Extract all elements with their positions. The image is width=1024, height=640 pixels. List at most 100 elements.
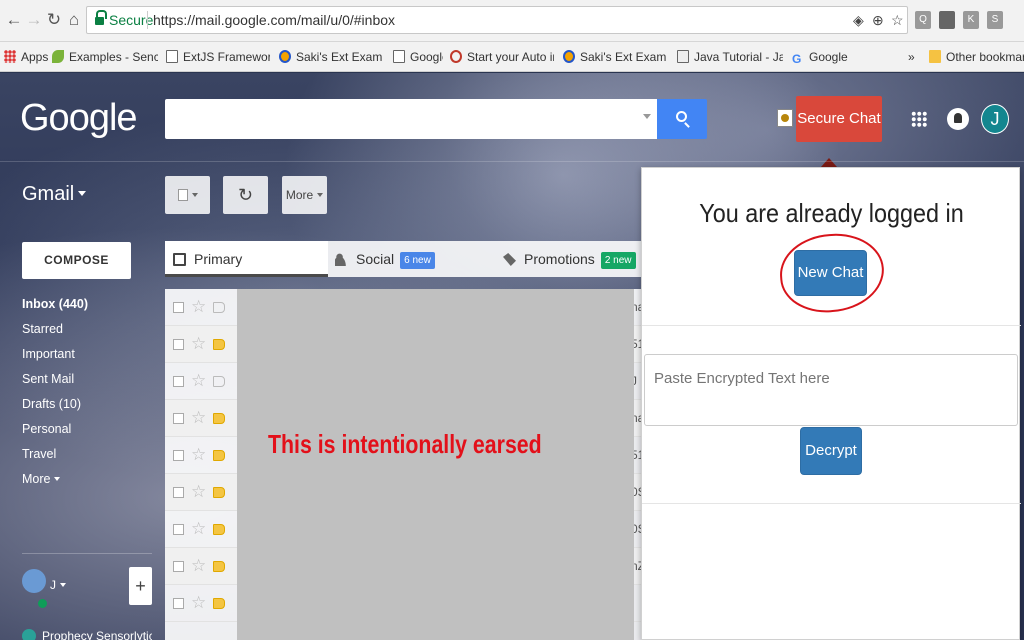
star-icon[interactable]: ☆ [191,334,206,354]
importance-icon[interactable] [213,302,225,313]
bookmark-label: Apps [21,50,48,64]
chevron-down-icon [191,193,198,197]
forward-icon[interactable]: → [24,9,44,31]
star-icon[interactable]: ☆ [191,408,206,428]
hangouts-user-menu[interactable]: J [50,578,66,592]
new-chat-button[interactable]: New Chat [794,250,867,296]
refresh-icon: ↻ [237,185,254,205]
address-bar[interactable]: Secure https://mail.google.com/mail/u/0/… [86,6,908,34]
notifications-icon[interactable] [947,108,969,130]
sidebar-item-starred[interactable]: Starred [22,320,152,345]
bookmark-label: Java Tutorial - Java In [694,50,783,64]
home-icon[interactable]: ⌂ [64,9,84,31]
bookmark-extjs[interactable]: ExtJS Framework | Qu [166,48,270,66]
row-checkbox[interactable] [173,376,184,387]
inbox-tabs: Primary Social 6 new Promotions 2 new [165,241,641,277]
bookmark-saki-1[interactable]: Saki's Ext Examples Pa [279,48,383,66]
extension-shield-icon[interactable] [939,11,955,29]
star-icon[interactable]: ☆ [191,593,206,613]
bookmark-other[interactable]: Other bookmarks [929,48,1024,66]
reload-icon[interactable]: ↻ [44,9,64,31]
apps-icon [4,50,16,63]
site-settings-icon[interactable]: ◈ [853,12,864,29]
sidebar-item-drafts[interactable]: Drafts (10) [22,395,152,420]
extension-badge-icon[interactable] [777,109,793,127]
bookmark-saki-2[interactable]: Saki's Ext Examples Pa [563,48,667,66]
tab-primary[interactable]: Primary [165,241,328,277]
bookmark-label: Saki's Ext Examples Pa [296,50,383,64]
sidebar-item-important[interactable]: Important [22,345,152,370]
account-avatar[interactable]: J [981,96,1009,142]
importance-icon[interactable] [213,561,225,572]
row-checkbox[interactable] [173,524,184,535]
search-icon [676,111,687,122]
google-logo[interactable]: Google [20,97,138,140]
star-icon[interactable]: ☆ [191,297,206,317]
importance-icon[interactable] [213,524,225,535]
row-checkbox[interactable] [173,339,184,350]
bookmark-google-page[interactable]: Google [393,48,443,66]
importance-icon[interactable] [213,598,225,609]
search-button[interactable] [657,99,707,139]
sidebar-item-more[interactable]: More [22,470,152,495]
row-checkbox[interactable] [173,561,184,572]
star-icon[interactable]: ☆ [191,371,206,391]
row-checkbox[interactable] [173,487,184,498]
row-checkbox[interactable] [173,598,184,609]
bookmark-sencha[interactable]: Examples - Sencha Do [52,48,158,66]
importance-icon[interactable] [213,339,225,350]
compose-button[interactable]: COMPOSE [22,242,131,279]
bookmark-java[interactable]: Java Tutorial - Java In [677,48,783,66]
star-icon[interactable]: ☆ [191,519,206,539]
sidebar-item-travel[interactable]: Travel [22,445,152,470]
zoom-icon[interactable]: ⊕ [872,12,884,29]
online-status-icon [38,599,47,608]
bookmark-label: Google [410,50,443,64]
hangout-contact[interactable]: Prophecy Sensorlytics [22,629,152,640]
inbox-icon [173,253,186,266]
decrypt-button[interactable]: Decrypt [800,427,862,475]
new-hangout-button[interactable]: + [129,567,152,605]
secure-chat-button[interactable]: Secure Chat [796,96,882,142]
search-options-icon[interactable] [643,114,651,119]
refresh-button[interactable]: ↻ [223,176,268,214]
star-icon[interactable]: ☆ [191,445,206,465]
sidebar-item-personal[interactable]: Personal [22,420,152,445]
url-text[interactable]: https://mail.google.com/mail/u/0/#inbox [153,12,395,28]
select-checkbox-button[interactable] [165,176,210,214]
star-icon[interactable]: ☆ [191,482,206,502]
tab-promotions[interactable]: Promotions 2 new [503,241,641,277]
bookmark-apps[interactable]: Apps [4,48,48,66]
bookmark-star-icon[interactable]: ☆ [891,12,904,29]
more-button[interactable]: More [282,176,327,214]
row-checkbox[interactable] [173,302,184,313]
back-icon[interactable]: ← [4,9,24,31]
hangouts-avatar[interactable] [22,569,46,593]
redacted-area: This is intentionally earsed [237,289,634,640]
bookmark-insurance[interactable]: Start your Auto insura [450,48,554,66]
folder-icon [929,50,941,63]
sencha-icon [52,50,64,63]
extension-q-icon[interactable]: Q [915,11,931,29]
bookmarks-overflow[interactable]: » [908,48,920,66]
popup-divider [642,503,1021,504]
gmail-label: Gmail [22,183,75,205]
importance-icon[interactable] [213,450,225,461]
extension-k-icon[interactable]: K [963,11,979,29]
star-icon[interactable]: ☆ [191,556,206,576]
importance-icon[interactable] [213,376,225,387]
apps-grid-icon[interactable] [911,111,927,127]
search-input[interactable] [165,99,657,139]
extension-s-icon[interactable]: S [987,11,1003,29]
people-icon [335,253,348,266]
importance-icon[interactable] [213,413,225,424]
row-checkbox[interactable] [173,450,184,461]
gmail-menu[interactable]: Gmail [22,183,87,206]
importance-icon[interactable] [213,487,225,498]
sidebar-item-sent[interactable]: Sent Mail [22,370,152,395]
bookmark-google[interactable]: G Google [792,48,852,66]
sidebar-item-inbox[interactable]: Inbox (440) [22,295,152,320]
row-checkbox[interactable] [173,413,184,424]
tab-social[interactable]: Social 6 new [335,241,495,277]
encrypted-text-input[interactable] [644,354,1018,426]
